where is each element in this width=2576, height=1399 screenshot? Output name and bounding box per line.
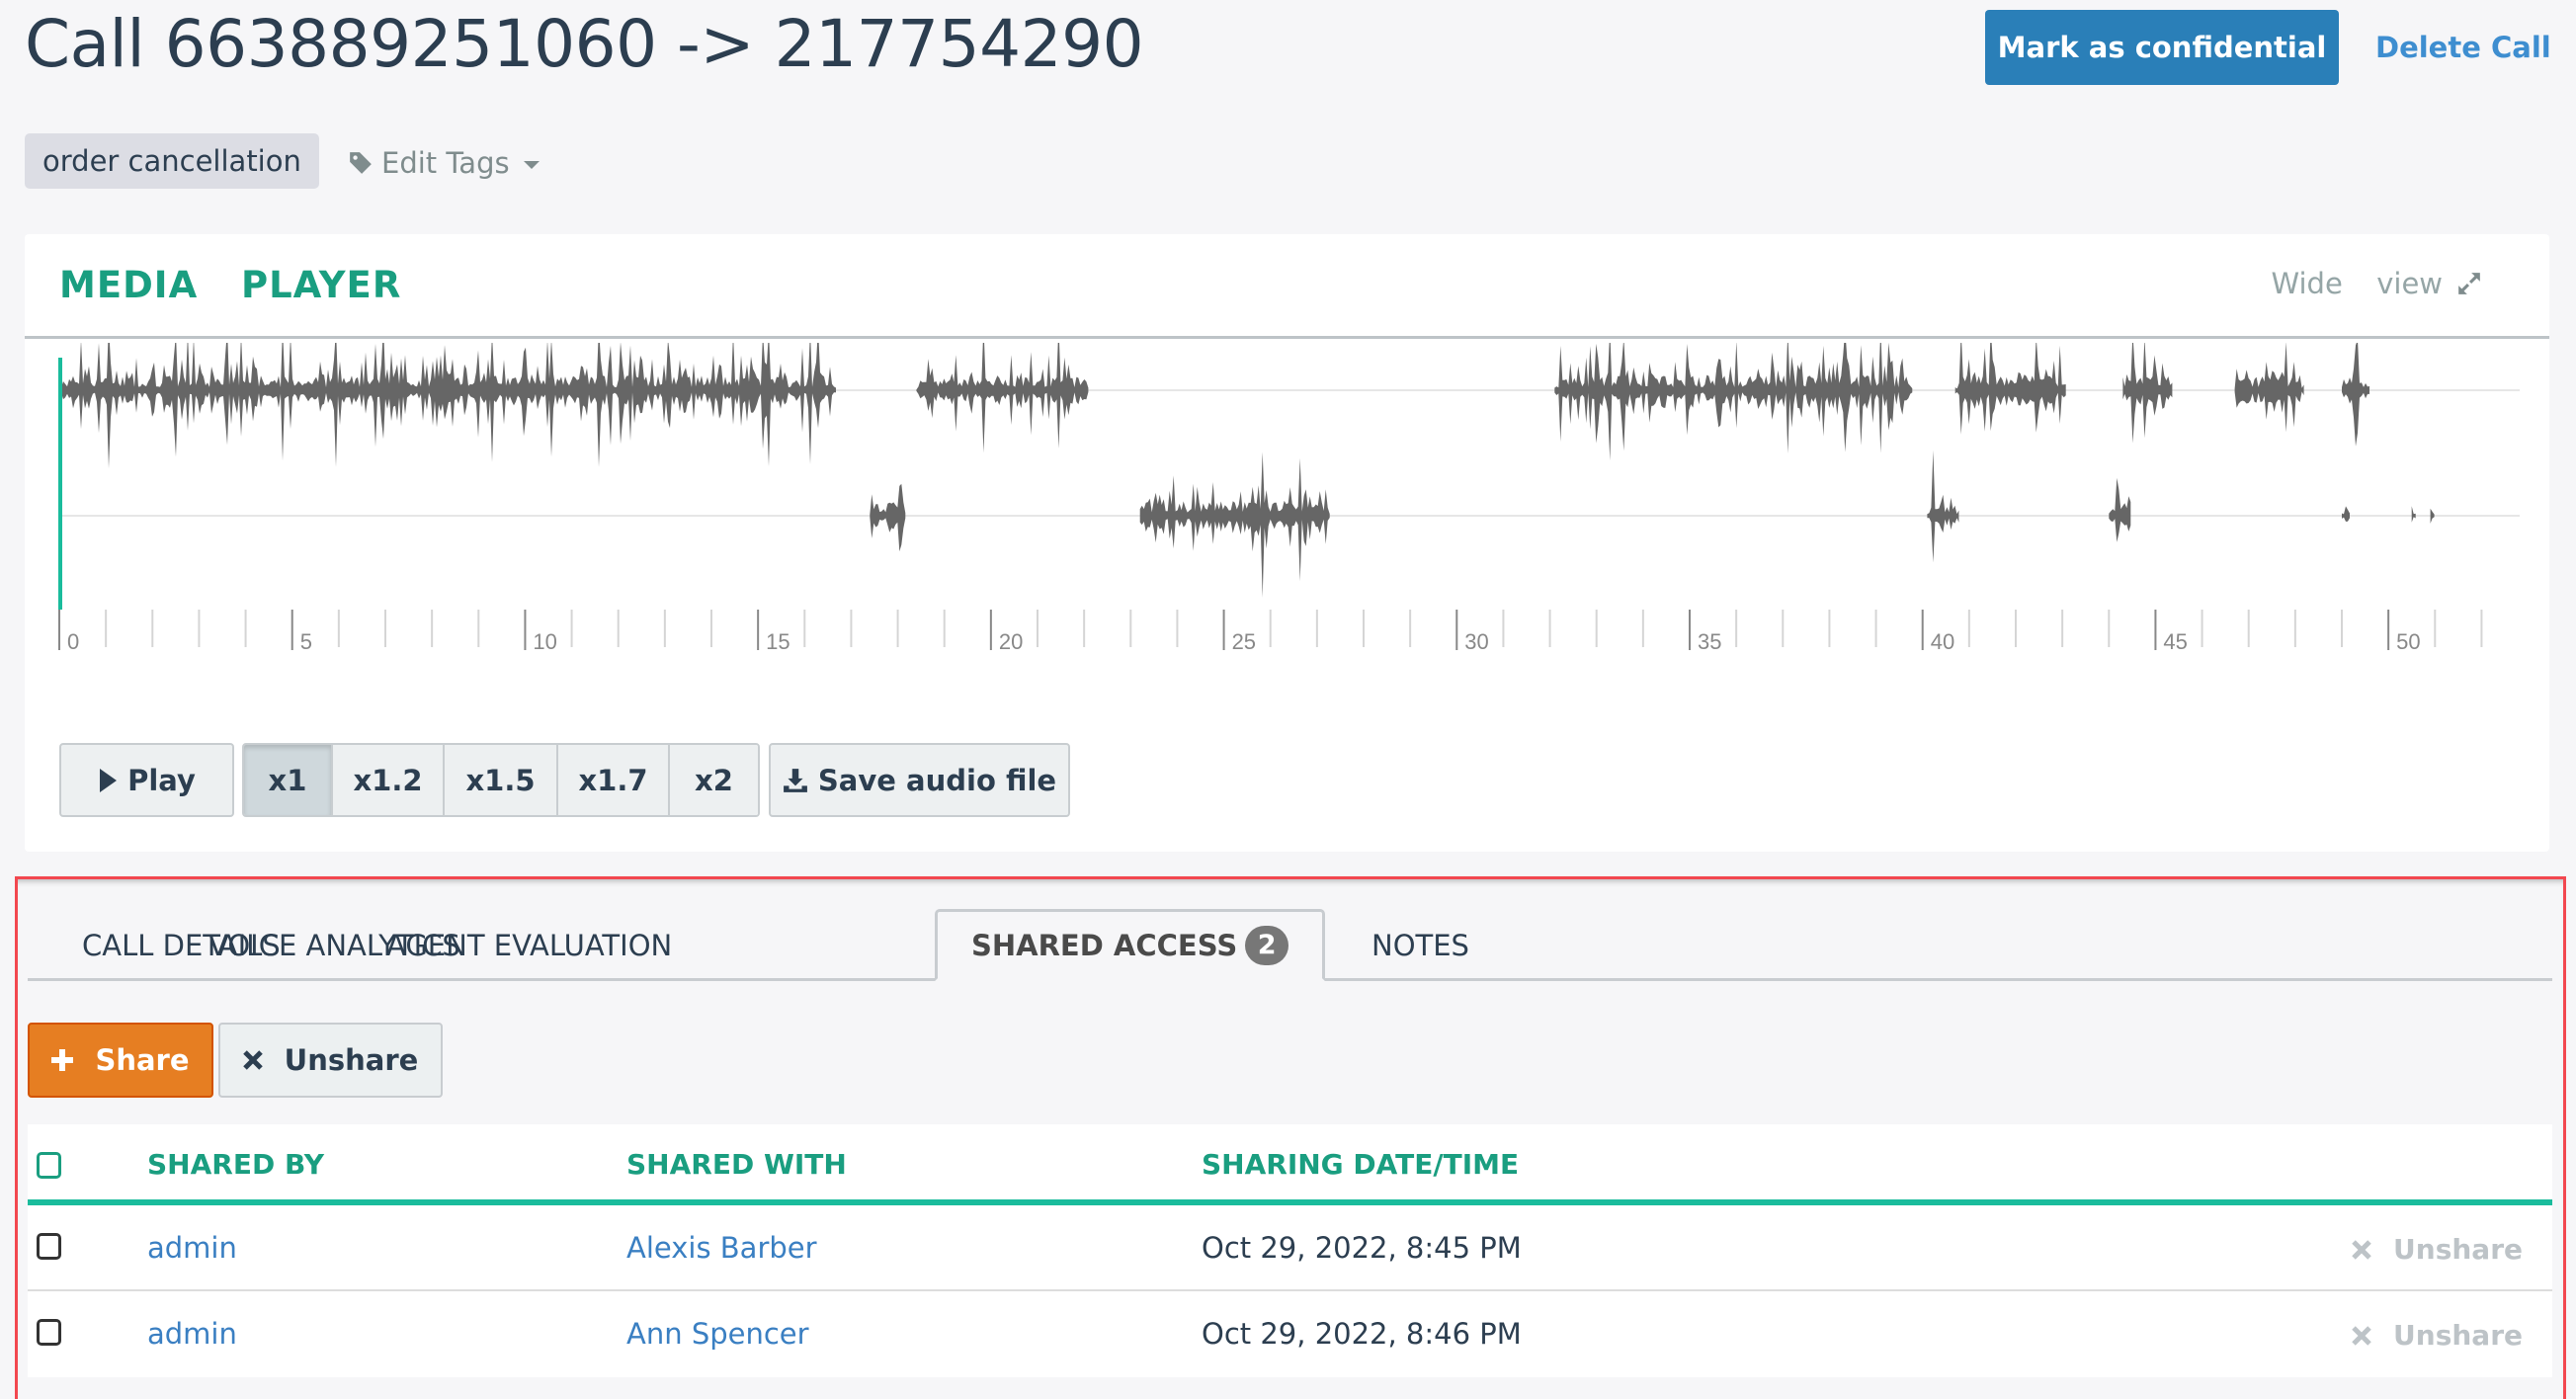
shared-with-link[interactable]: Alexis Barber <box>626 1231 817 1265</box>
table-row: admin Alexis Barber Oct 29, 2022, 8:45 PM U… <box>28 1205 2552 1291</box>
speed-button-x1-5[interactable]: x1.5 <box>445 745 558 815</box>
tab-notes[interactable]: NOTES <box>1371 909 1469 981</box>
shared-by-link[interactable]: admin <box>147 1317 237 1351</box>
waveform-segment <box>2109 477 2131 542</box>
waveform-segment <box>2122 343 2173 444</box>
tick-label: 20 <box>999 629 1023 654</box>
plus-icon <box>51 1049 74 1071</box>
tick-label: 35 <box>1698 629 1721 654</box>
close-icon <box>242 1050 263 1070</box>
column-header-sharing-datetime[interactable]: SHARING DATE/TIME <box>1202 1148 1519 1181</box>
speed-button-x2[interactable]: x2 <box>670 745 758 815</box>
row-unshare-label: Unshare <box>2393 1319 2523 1352</box>
tick-label: 50 <box>2396 629 2420 654</box>
playback-speed-group: x1 x1.2 x1.5 x1.7 x2 <box>242 743 760 817</box>
column-header-shared-by[interactable]: SHARED BY <box>147 1148 324 1181</box>
tick-label: 25 <box>1232 629 1256 654</box>
play-label: Play <box>127 763 196 797</box>
media-divider <box>25 336 2549 339</box>
sharing-datetime: Oct 29, 2022, 8:45 PM <box>1202 1231 1522 1265</box>
speed-button-x1[interactable]: x1 <box>244 745 333 815</box>
waveform-segment <box>870 483 906 552</box>
tag-badge: order cancellation <box>25 133 319 189</box>
delete-call-link[interactable]: Delete Call <box>2375 18 2551 77</box>
sharing-datetime: Oct 29, 2022, 8:46 PM <box>1202 1317 1522 1351</box>
tab-label: NOTES <box>1371 928 1469 962</box>
row-unshare-button[interactable]: Unshare <box>2352 1319 2523 1352</box>
media-player-title: MEDIA PLAYER <box>59 264 402 306</box>
save-audio-label: Save audio file <box>817 763 1057 797</box>
waveform-segment <box>2411 506 2416 523</box>
caret-down-icon <box>523 161 540 169</box>
tab-label: SHARED ACCESS <box>971 928 1238 962</box>
download-icon <box>783 768 807 792</box>
share-button[interactable]: Share <box>28 1023 213 1098</box>
play-icon <box>100 768 118 792</box>
play-button[interactable]: Play <box>59 743 234 817</box>
wide-view-button[interactable]: Wide view <box>2271 267 2482 300</box>
unshare-label: Unshare <box>284 1043 419 1077</box>
tab-label: AGENT EVALUATION <box>386 928 673 962</box>
tab-shared-access[interactable]: SHARED ACCESS 2 <box>935 909 1326 981</box>
column-header-shared-with[interactable]: SHARED WITH <box>626 1148 847 1181</box>
unshare-button[interactable]: Unshare <box>218 1023 443 1098</box>
waveform-segment <box>1927 450 1959 563</box>
shared-with-link[interactable]: Ann Spencer <box>626 1317 809 1351</box>
waveform-segment <box>2234 343 2304 433</box>
row-unshare-button[interactable]: Unshare <box>2352 1233 2523 1266</box>
shared-by-link[interactable]: admin <box>147 1231 237 1265</box>
speed-button-x1-7[interactable]: x1.7 <box>558 745 670 815</box>
mark-confidential-button[interactable]: Mark as confidential <box>1985 10 2339 85</box>
close-icon <box>2352 1325 2371 1346</box>
shared-access-table: SHARED BY SHARED WITH SHARING DATE/TIME … <box>28 1124 2552 1377</box>
row-checkbox[interactable] <box>37 1233 61 1260</box>
edit-tags-dropdown[interactable]: Edit Tags <box>348 138 540 188</box>
details-panel: CALL DETAILS VOICE ANALYTICS AGENT EVALUAT… <box>15 876 2566 1399</box>
tick-label: 0 <box>67 629 79 654</box>
row-unshare-label: Unshare <box>2393 1233 2523 1266</box>
media-player-card: MEDIA PLAYER Wide view 0 5 10 15 20 25 30 35 40 4… <box>25 234 2549 852</box>
share-label: Share <box>95 1043 190 1077</box>
row-checkbox[interactable] <box>37 1319 61 1346</box>
close-icon <box>2352 1239 2371 1260</box>
waveform-segment <box>2342 506 2350 522</box>
speed-button-x1-2[interactable]: x1.2 <box>333 745 445 815</box>
waveform-segment <box>1954 343 2066 435</box>
waveform-segment <box>2430 508 2435 524</box>
tick-label: 5 <box>300 629 312 654</box>
tag-icon <box>350 152 372 174</box>
table-header: SHARED BY SHARED WITH SHARING DATE/TIME <box>28 1124 2552 1205</box>
expand-icon <box>2458 273 2480 294</box>
table-row: admin Ann Spencer Oct 29, 2022, 8:46 PM Uns… <box>28 1291 2552 1377</box>
playhead[interactable] <box>58 358 62 610</box>
tab-agent-evaluation[interactable]: AGENT EVALUATION <box>386 909 672 981</box>
page-title: Call 663889251060 -> 217754290 <box>25 6 1144 82</box>
tick-label: 40 <box>1931 629 1954 654</box>
tick-label: 15 <box>766 629 789 654</box>
tick-label: 30 <box>1464 629 1488 654</box>
waveform-segment <box>916 343 1089 453</box>
edit-tags-label: Edit Tags <box>381 146 510 180</box>
select-all-checkbox[interactable] <box>37 1152 61 1179</box>
save-audio-button[interactable]: Save audio file <box>769 743 1070 817</box>
waveform[interactable]: 0 5 10 15 20 25 30 35 40 45 50 <box>25 343 2549 679</box>
waveform-segment <box>2342 343 2369 447</box>
tick-label: 45 <box>2163 629 2187 654</box>
tick-label: 10 <box>533 629 556 654</box>
waveform-segment <box>1554 343 1913 461</box>
count-badge: 2 <box>1245 925 1289 965</box>
waveform-segment <box>59 343 836 469</box>
wide-view-label: Wide view <box>2271 267 2443 300</box>
waveform-segment <box>1139 452 1330 598</box>
